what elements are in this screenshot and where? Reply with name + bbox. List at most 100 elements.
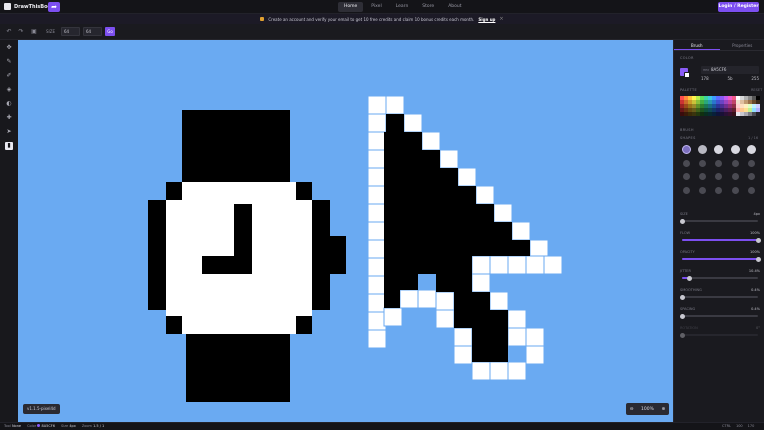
- brush-shape[interactable]: [747, 173, 755, 181]
- save-icon[interactable]: ▣: [31, 29, 37, 35]
- palette-color[interactable]: [756, 112, 760, 116]
- cursor-drawing: [367, 95, 563, 381]
- picker-tool-icon[interactable]: ✚: [5, 114, 13, 122]
- slider-label: SIZE: [680, 212, 688, 216]
- nav-home[interactable]: Home: [338, 2, 364, 12]
- gift-icon: [260, 17, 265, 21]
- brush-shape[interactable]: [683, 187, 691, 195]
- slider-value: 100%: [749, 231, 760, 235]
- brush-shape[interactable]: [715, 173, 723, 181]
- slider-track[interactable]: [682, 275, 758, 281]
- brush-shape[interactable]: [747, 187, 755, 195]
- slider-track[interactable]: [679, 294, 758, 300]
- zoom-in-icon[interactable]: ⊕: [661, 407, 665, 412]
- green-value[interactable]: 5b: [727, 76, 732, 83]
- nav-learn[interactable]: Learn: [390, 2, 415, 12]
- slider-track[interactable]: [682, 237, 761, 243]
- slider-track[interactable]: [679, 218, 758, 224]
- brush-shape[interactable]: [699, 173, 707, 181]
- height-input[interactable]: 64: [83, 27, 102, 36]
- slider-handle[interactable]: [679, 294, 685, 300]
- status-color-value: 8A5CF6: [41, 424, 56, 428]
- status-size-label: Size: [61, 424, 69, 428]
- slider-track[interactable]: [682, 256, 761, 262]
- signup-link[interactable]: Sign up: [478, 17, 495, 22]
- brush-shape[interactable]: [746, 144, 756, 154]
- color-palette: [680, 96, 760, 116]
- brush-tool-icon[interactable]: ✐: [5, 72, 13, 80]
- fill-tool-icon[interactable]: ◐: [5, 100, 13, 108]
- slider-handle[interactable]: [687, 275, 693, 281]
- brush-shape[interactable]: [682, 144, 692, 154]
- slider-handle[interactable]: [755, 256, 761, 262]
- brush-shape[interactable]: [698, 144, 708, 154]
- slider-fill: [682, 239, 758, 241]
- secondary-color-swatch[interactable]: [684, 72, 690, 78]
- brush-grid: [680, 144, 758, 210]
- nav-store[interactable]: Store: [416, 2, 440, 12]
- share-icon: ➦: [51, 3, 57, 11]
- brush-shape[interactable]: [699, 159, 707, 167]
- canvas-toolbar: ↶ ↷ ▣ SIZE 64 64 Go: [0, 24, 764, 40]
- banner-text: Create an account and verify your email …: [268, 16, 475, 22]
- properties-panel: Brush Properties COLOR HEX 8A5CF6 178 5b…: [673, 40, 764, 424]
- zoom-out-icon[interactable]: ⊖: [630, 407, 634, 412]
- status-zoom-label: Zoom: [81, 424, 92, 428]
- slider-opacity: OPACITY 100%: [680, 250, 761, 264]
- nav-pixel[interactable]: Pixel: [365, 2, 387, 12]
- rgb-inputs: 178 5b 255: [701, 76, 759, 83]
- main-nav: Home Pixel Learn Store About: [338, 2, 468, 12]
- slider-value: 100%: [749, 250, 760, 254]
- brush-shape[interactable]: [715, 159, 723, 167]
- slider-handle[interactable]: [679, 218, 685, 224]
- brush-shape[interactable]: [731, 187, 739, 195]
- status-color-label: Color: [27, 424, 37, 428]
- nav-about[interactable]: About: [442, 2, 467, 12]
- blue-value[interactable]: 255: [751, 76, 759, 83]
- pencil-tool-icon[interactable]: ✎: [5, 58, 13, 66]
- drawing-canvas[interactable]: v1.1.5-pixel4d ⊖ 100% ⊕: [18, 40, 673, 422]
- slider-label: SPACING: [680, 307, 696, 311]
- slider-track[interactable]: [679, 313, 758, 319]
- brush-shape[interactable]: [683, 173, 691, 181]
- brush-shape[interactable]: [714, 144, 724, 154]
- brush-shape[interactable]: [730, 144, 740, 154]
- apply-size-button[interactable]: Go: [105, 27, 115, 36]
- red-value[interactable]: 178: [701, 76, 709, 83]
- brush-shape[interactable]: [731, 159, 739, 167]
- banner-close-icon[interactable]: ×: [499, 16, 503, 22]
- slider-track[interactable]: [679, 332, 758, 338]
- tab-properties[interactable]: Properties: [720, 40, 764, 50]
- brush-shape[interactable]: [699, 187, 707, 195]
- redo-icon[interactable]: ↷: [18, 29, 24, 35]
- brush-shape[interactable]: [683, 159, 691, 167]
- brush-shape[interactable]: [731, 173, 739, 181]
- login-register-button[interactable]: Login / Register: [718, 2, 759, 12]
- move-tool-icon[interactable]: ✥: [5, 44, 13, 52]
- select-tool-icon[interactable]: ➤: [5, 128, 13, 136]
- tab-brush[interactable]: Brush: [674, 40, 720, 50]
- share-button[interactable]: ➦: [48, 2, 60, 12]
- width-input[interactable]: 64: [61, 27, 80, 36]
- slider-handle[interactable]: [679, 332, 685, 338]
- status-tool-label: Tool: [4, 424, 11, 428]
- brush-shape[interactable]: [715, 187, 723, 195]
- slider-spacing: SPACING 0.4%: [679, 307, 760, 321]
- undo-icon[interactable]: ↶: [6, 29, 12, 35]
- slider-handle[interactable]: [679, 313, 685, 319]
- slider-smoothing: SMOOTHING 0.4%: [679, 288, 760, 302]
- eraser-tool-icon[interactable]: ◈: [5, 86, 13, 94]
- hex-value: 8A5CF6: [711, 67, 727, 72]
- zoom-control: ⊖ 100% ⊕: [626, 403, 669, 415]
- status-right-item: CTRL: [722, 424, 731, 428]
- status-right: CTRL 100 170: [722, 424, 754, 428]
- app-logo[interactable]: DrawThisBook: [4, 3, 54, 10]
- hex-input[interactable]: HEX 8A5CF6: [701, 66, 759, 74]
- brush-shape[interactable]: [747, 159, 755, 167]
- status-right-item: 100: [735, 424, 743, 428]
- top-bar: DrawThisBook ➦ Home Pixel Learn Store Ab…: [0, 0, 764, 14]
- slider-handle[interactable]: [755, 237, 761, 243]
- tool-sidebar: ✥ ✎ ✐ ◈ ◐ ✚ ➤ ▮: [0, 40, 18, 424]
- palette-reset[interactable]: RESET: [751, 88, 762, 92]
- page-tool-icon[interactable]: ▮: [5, 142, 13, 150]
